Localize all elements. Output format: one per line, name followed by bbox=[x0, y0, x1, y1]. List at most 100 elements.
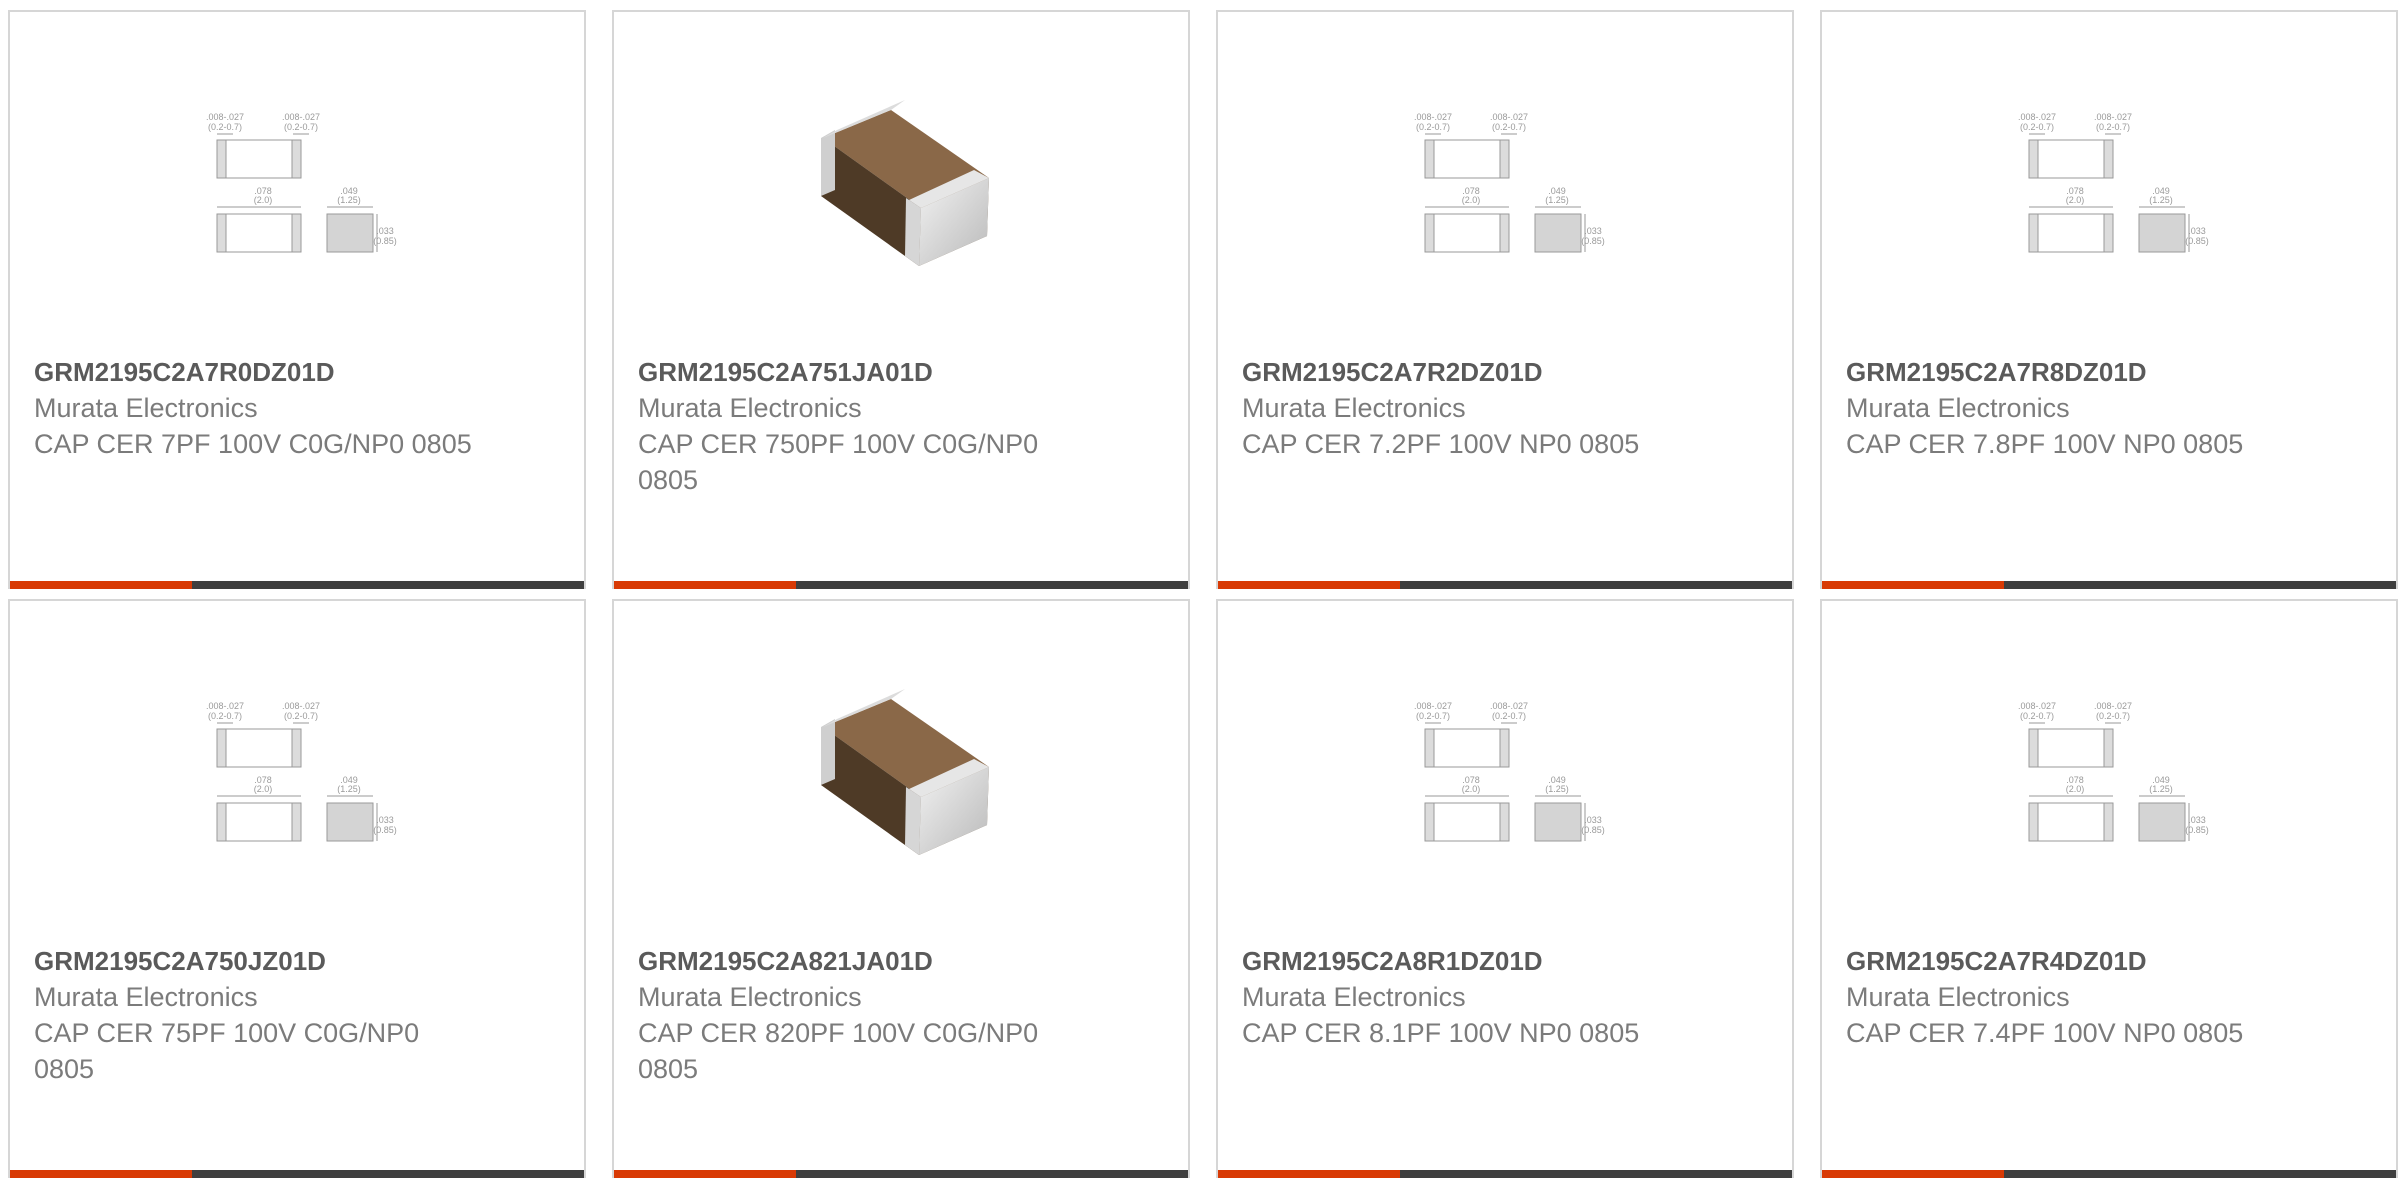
card-accent-bar bbox=[614, 1170, 1188, 1178]
width-mm-label: (1.25) bbox=[337, 784, 361, 794]
product-card[interactable]: .008-.027 (0.2-0.7) .008-.027 (0.2-0.7) … bbox=[1216, 10, 1794, 589]
width-mm-label: (1.25) bbox=[337, 195, 361, 205]
width-mm-label: (1.25) bbox=[2149, 195, 2173, 205]
length-mm-label: (2.0) bbox=[1462, 195, 1481, 205]
part-number-link[interactable]: GRM2195C2A751JA01D bbox=[638, 354, 1088, 390]
card-accent-bar bbox=[10, 1170, 584, 1178]
product-grid: .008-.027 (0.2-0.7) .008-.027 (0.2-0.7) … bbox=[8, 10, 2398, 1178]
terminal-dim-mm-left: (0.2-0.7) bbox=[2020, 711, 2054, 721]
card-accent-bar bbox=[1822, 581, 2396, 589]
terminal-dim-mm-left: (0.2-0.7) bbox=[2020, 122, 2054, 132]
product-info: GRM2195C2A7R0DZ01D Murata Electronics CA… bbox=[34, 354, 484, 462]
product-description: CAP CER 820PF 100V C0G/NP0 0805 bbox=[638, 1018, 1039, 1084]
terminal-dim-label-left: .008-.027 bbox=[206, 112, 244, 122]
terminal-dim-label-right: .008-.027 bbox=[1490, 112, 1528, 122]
product-card[interactable]: .008-.027 (0.2-0.7) .008-.027 (0.2-0.7) … bbox=[1820, 599, 2398, 1178]
product-image[interactable] bbox=[801, 679, 1003, 881]
manufacturer-name: Murata Electronics bbox=[1242, 982, 1466, 1012]
terminal-dim-mm-left: (0.2-0.7) bbox=[208, 122, 242, 132]
terminal-dim-mm-left: (0.2-0.7) bbox=[1416, 711, 1450, 721]
capacitor-photo-image bbox=[821, 100, 989, 266]
terminal-dim-label-left: .008-.027 bbox=[1414, 112, 1452, 122]
product-image[interactable]: .008-.027 (0.2-0.7) .008-.027 (0.2-0.7) … bbox=[197, 90, 399, 292]
dimension-drawing-image: .008-.027 (0.2-0.7) .008-.027 (0.2-0.7) … bbox=[2018, 112, 2209, 253]
terminal-dim-mm-right: (0.2-0.7) bbox=[1492, 711, 1526, 721]
product-description: CAP CER 8.1PF 100V NP0 0805 bbox=[1242, 1018, 1640, 1048]
terminal-dim-mm-left: (0.2-0.7) bbox=[1416, 122, 1450, 132]
part-number-link[interactable]: GRM2195C2A7R0DZ01D bbox=[34, 354, 484, 390]
length-mm-label: (2.0) bbox=[254, 195, 273, 205]
terminal-dim-label-right: .008-.027 bbox=[282, 701, 320, 711]
part-number-link[interactable]: GRM2195C2A7R2DZ01D bbox=[1242, 354, 1692, 390]
product-card[interactable]: GRM2195C2A751JA01D Murata Electronics CA… bbox=[612, 10, 1190, 589]
product-info: GRM2195C2A751JA01D Murata Electronics CA… bbox=[638, 354, 1088, 498]
product-info: GRM2195C2A821JA01D Murata Electronics CA… bbox=[638, 943, 1088, 1087]
thickness-label: .033 bbox=[2188, 226, 2206, 236]
dimension-drawing-image: .008-.027 (0.2-0.7) .008-.027 (0.2-0.7) … bbox=[206, 701, 397, 842]
product-image[interactable]: .008-.027 (0.2-0.7) .008-.027 (0.2-0.7) … bbox=[197, 679, 399, 881]
terminal-dim-label-right: .008-.027 bbox=[2094, 112, 2132, 122]
part-number-link[interactable]: GRM2195C2A821JA01D bbox=[638, 943, 1088, 979]
product-info: GRM2195C2A7R4DZ01D Murata Electronics CA… bbox=[1846, 943, 2296, 1051]
terminal-dim-label-right: .008-.027 bbox=[1490, 701, 1528, 711]
product-card[interactable]: .008-.027 (0.2-0.7) .008-.027 (0.2-0.7) … bbox=[1820, 10, 2398, 589]
product-description: CAP CER 7.8PF 100V NP0 0805 bbox=[1846, 429, 2244, 459]
part-number-link[interactable]: GRM2195C2A750JZ01D bbox=[34, 943, 484, 979]
dimension-drawing-image: .008-.027 (0.2-0.7) .008-.027 (0.2-0.7) … bbox=[206, 112, 397, 253]
terminal-dim-mm-right: (0.2-0.7) bbox=[284, 122, 318, 132]
width-mm-label: (1.25) bbox=[1545, 195, 1569, 205]
product-card[interactable]: .008-.027 (0.2-0.7) .008-.027 (0.2-0.7) … bbox=[1216, 599, 1794, 1178]
product-info: GRM2195C2A7R8DZ01D Murata Electronics CA… bbox=[1846, 354, 2296, 462]
dimension-drawing-image: .008-.027 (0.2-0.7) .008-.027 (0.2-0.7) … bbox=[1414, 112, 1605, 253]
card-accent-bar bbox=[1822, 1170, 2396, 1178]
thickness-label: .033 bbox=[2188, 815, 2206, 825]
length-mm-label: (2.0) bbox=[254, 784, 273, 794]
product-image[interactable] bbox=[801, 90, 1003, 292]
manufacturer-name: Murata Electronics bbox=[638, 393, 862, 423]
width-mm-label: (1.25) bbox=[2149, 784, 2173, 794]
product-card[interactable]: .008-.027 (0.2-0.7) .008-.027 (0.2-0.7) … bbox=[8, 599, 586, 1178]
product-card[interactable]: GRM2195C2A821JA01D Murata Electronics CA… bbox=[612, 599, 1190, 1178]
thickness-label: .033 bbox=[1584, 815, 1602, 825]
product-description: CAP CER 7PF 100V C0G/NP0 0805 bbox=[34, 429, 472, 459]
part-number-link[interactable]: GRM2195C2A8R1DZ01D bbox=[1242, 943, 1692, 979]
terminal-dim-label-left: .008-.027 bbox=[2018, 112, 2056, 122]
product-card[interactable]: .008-.027 (0.2-0.7) .008-.027 (0.2-0.7) … bbox=[8, 10, 586, 589]
terminal-dim-label-left: .008-.027 bbox=[1414, 701, 1452, 711]
card-accent-bar bbox=[10, 581, 584, 589]
width-mm-label: (1.25) bbox=[1545, 784, 1569, 794]
manufacturer-name: Murata Electronics bbox=[34, 393, 258, 423]
terminal-dim-mm-right: (0.2-0.7) bbox=[284, 711, 318, 721]
product-description: CAP CER 7.4PF 100V NP0 0805 bbox=[1846, 1018, 2244, 1048]
terminal-dim-label-left: .008-.027 bbox=[206, 701, 244, 711]
card-accent-bar bbox=[1218, 1170, 1792, 1178]
terminal-dim-mm-right: (0.2-0.7) bbox=[2096, 122, 2130, 132]
card-accent-bar bbox=[1218, 581, 1792, 589]
manufacturer-name: Murata Electronics bbox=[1846, 393, 2070, 423]
thickness-label: .033 bbox=[376, 815, 394, 825]
manufacturer-name: Murata Electronics bbox=[1242, 393, 1466, 423]
product-info: GRM2195C2A750JZ01D Murata Electronics CA… bbox=[34, 943, 484, 1087]
product-description: CAP CER 750PF 100V C0G/NP0 0805 bbox=[638, 429, 1039, 495]
manufacturer-name: Murata Electronics bbox=[638, 982, 862, 1012]
part-number-link[interactable]: GRM2195C2A7R4DZ01D bbox=[1846, 943, 2296, 979]
product-info: GRM2195C2A8R1DZ01D Murata Electronics CA… bbox=[1242, 943, 1692, 1051]
manufacturer-name: Murata Electronics bbox=[1846, 982, 2070, 1012]
length-mm-label: (2.0) bbox=[2066, 195, 2085, 205]
product-image[interactable]: .008-.027 (0.2-0.7) .008-.027 (0.2-0.7) … bbox=[1405, 90, 1607, 292]
dimension-drawing-image: .008-.027 (0.2-0.7) .008-.027 (0.2-0.7) … bbox=[2018, 701, 2209, 842]
thickness-label: .033 bbox=[1584, 226, 1602, 236]
part-number-link[interactable]: GRM2195C2A7R8DZ01D bbox=[1846, 354, 2296, 390]
product-image[interactable]: .008-.027 (0.2-0.7) .008-.027 (0.2-0.7) … bbox=[2009, 679, 2211, 881]
length-mm-label: (2.0) bbox=[2066, 784, 2085, 794]
product-image[interactable]: .008-.027 (0.2-0.7) .008-.027 (0.2-0.7) … bbox=[2009, 90, 2211, 292]
terminal-dim-label-right: .008-.027 bbox=[282, 112, 320, 122]
terminal-dim-label-right: .008-.027 bbox=[2094, 701, 2132, 711]
manufacturer-name: Murata Electronics bbox=[34, 982, 258, 1012]
capacitor-photo-image bbox=[821, 689, 989, 855]
product-image[interactable]: .008-.027 (0.2-0.7) .008-.027 (0.2-0.7) … bbox=[1405, 679, 1607, 881]
length-mm-label: (2.0) bbox=[1462, 784, 1481, 794]
product-description: CAP CER 7.2PF 100V NP0 0805 bbox=[1242, 429, 1640, 459]
thickness-label: .033 bbox=[376, 226, 394, 236]
terminal-dim-mm-right: (0.2-0.7) bbox=[1492, 122, 1526, 132]
